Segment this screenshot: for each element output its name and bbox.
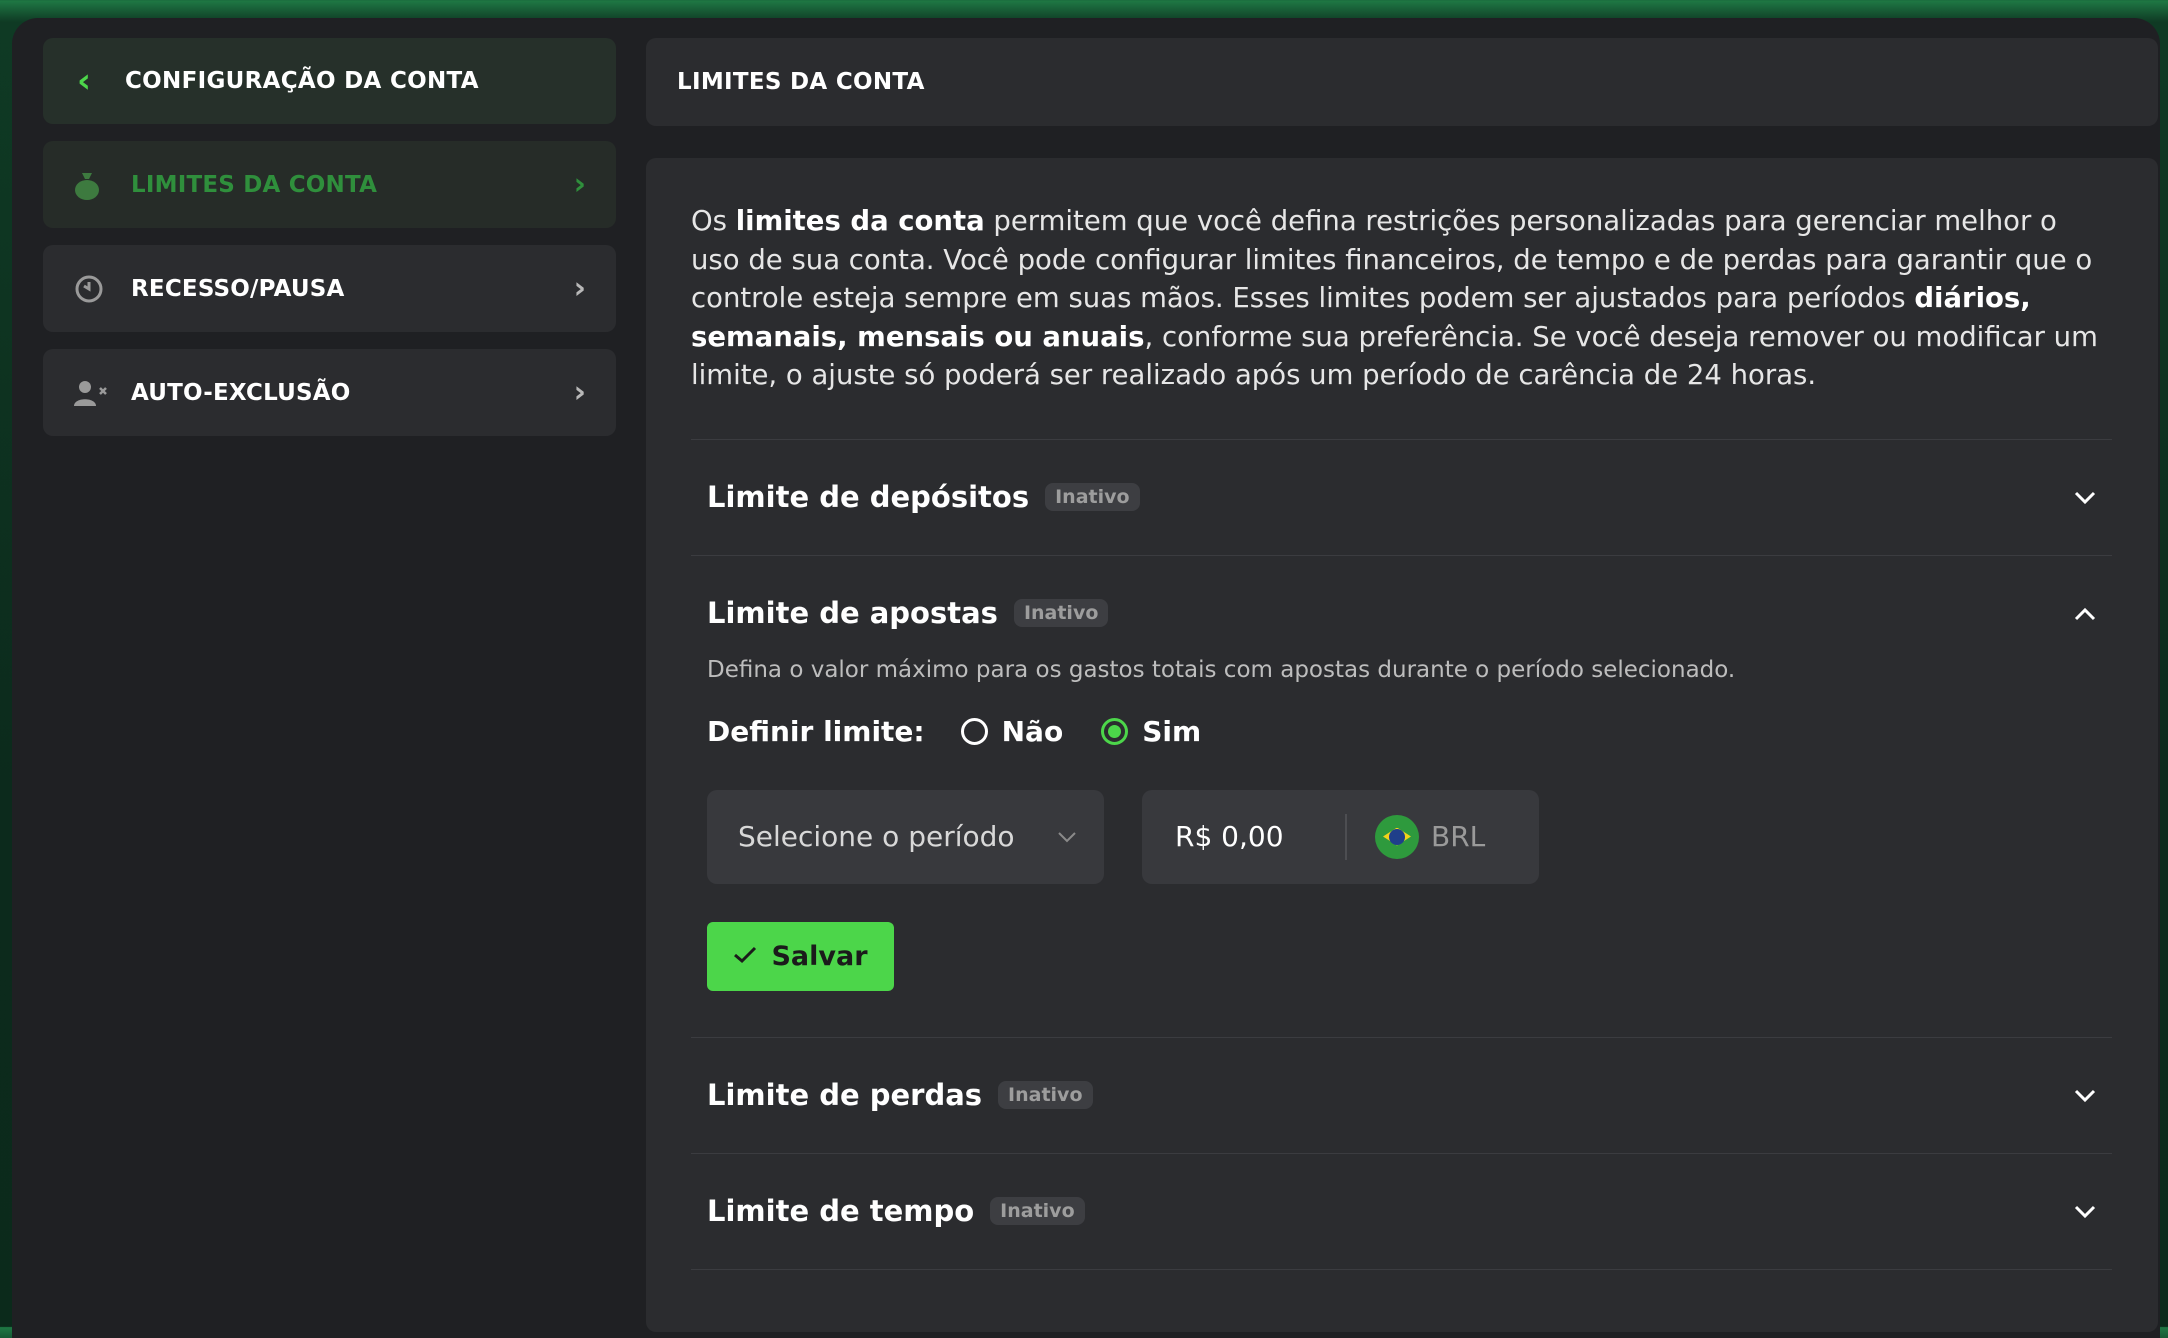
sidebar-title: CONFIGURAÇÃO DA CONTA [125, 68, 479, 94]
chevron-down-icon[interactable] [2074, 1196, 2096, 1226]
radio-label: Sim [1142, 714, 1202, 748]
currency-label: BRL [1431, 820, 1486, 853]
section-deposit-limit: Limite de depósitos Inativo [691, 438, 2112, 555]
intro-part: Os [691, 205, 736, 237]
sidebar-item-label: AUTO-EXCLUSÃO [131, 379, 351, 406]
user-remove-icon [73, 378, 131, 408]
radio-circle[interactable] [1101, 717, 1129, 745]
sidebar-item-account-limits[interactable]: LIMITES DA CONTA › [43, 141, 616, 228]
limit-inputs: Selecione o período BRL [707, 789, 2096, 884]
sidebar-item-label: RECESSO/PAUSA [131, 275, 345, 302]
timer-icon [73, 273, 131, 305]
intro-bold: limites da conta [735, 205, 985, 237]
sidebar-item-self-exclusion[interactable]: AUTO-EXCLUSÃO › [43, 349, 616, 436]
save-button-label: Salvar [771, 940, 868, 972]
section-title: Limite de perdas [707, 1078, 983, 1112]
money-bag-icon [73, 170, 131, 200]
chevron-right-icon: › [573, 375, 586, 410]
save-button[interactable]: Salvar [707, 921, 894, 991]
section-header-time-limit[interactable]: Limite de tempo Inativo [691, 1154, 2112, 1269]
radio-no[interactable]: Não [960, 714, 1064, 748]
period-select[interactable]: Selecione o período [707, 789, 1104, 884]
chevron-up-icon[interactable] [2074, 598, 2096, 628]
section-header-loss-limit[interactable]: Limite de perdas Inativo [691, 1038, 2112, 1153]
chevron-right-icon: › [573, 271, 586, 306]
check-icon [733, 941, 757, 971]
sidebar-header[interactable]: ‹ CONFIGURAÇÃO DA CONTA [43, 38, 616, 124]
section-bet-limit: Limite de apostas Inativo Defina o valor… [691, 554, 2112, 1037]
sidebar-item-break[interactable]: RECESSO/PAUSA › [43, 245, 616, 332]
amount-input[interactable] [1173, 819, 1337, 854]
limits-panel: Os limites da conta permitem que você de… [646, 158, 2158, 1332]
sidebar: ‹ CONFIGURAÇÃO DA CONTA LIMITES DA CONTA… [43, 38, 616, 436]
section-header-deposit-limit[interactable]: Limite de depósitos Inativo [691, 440, 2112, 555]
section-header-bet-limit[interactable]: Limite de apostas Inativo [691, 556, 2112, 671]
status-badge: Inativo [1013, 599, 1109, 627]
divider [1345, 813, 1347, 860]
app-frame: ‹ CONFIGURAÇÃO DA CONTA LIMITES DA CONTA… [12, 18, 2160, 1338]
section-loss-limit: Limite de perdas Inativo [691, 1036, 2112, 1153]
status-badge: Inativo [998, 1081, 1093, 1109]
chevron-down-icon[interactable] [2074, 482, 2096, 512]
chevron-down-icon[interactable] [2074, 1080, 2096, 1110]
chevron-down-icon [1058, 824, 1076, 849]
define-limit-label: Definir limite: [707, 714, 925, 748]
section-title: Limite de depósitos [707, 480, 1030, 514]
status-badge: Inativo [1045, 483, 1140, 511]
radio-yes[interactable]: Sim [1101, 715, 1201, 748]
period-select-placeholder: Selecione o período [738, 820, 1015, 853]
page-title: LIMITES DA CONTA [677, 69, 925, 95]
section-title: Limite de apostas [707, 596, 998, 630]
main-header: LIMITES DA CONTA [646, 38, 2158, 126]
status-badge: Inativo [990, 1197, 1085, 1225]
chevron-right-icon: › [573, 167, 586, 202]
intro-text: Os limites da conta permitem que você de… [691, 202, 2112, 395]
section-description: Defina o valor máximo para os gastos tot… [707, 656, 1736, 683]
radio-label: Não [1001, 714, 1064, 748]
amount-field: BRL [1142, 789, 1539, 884]
define-limit-row: Definir limite: Não Sim [707, 715, 2096, 748]
section-title: Limite de tempo [707, 1194, 975, 1228]
section-body-bet-limit: Defina o valor máximo para os gastos tot… [691, 657, 2112, 1037]
radio-circle[interactable] [960, 717, 988, 745]
sidebar-item-label: LIMITES DA CONTA [131, 171, 378, 198]
brazil-flag-icon [1375, 814, 1419, 859]
section-time-limit: Limite de tempo Inativo [691, 1152, 2112, 1270]
back-arrow-icon[interactable]: ‹ [77, 61, 125, 101]
